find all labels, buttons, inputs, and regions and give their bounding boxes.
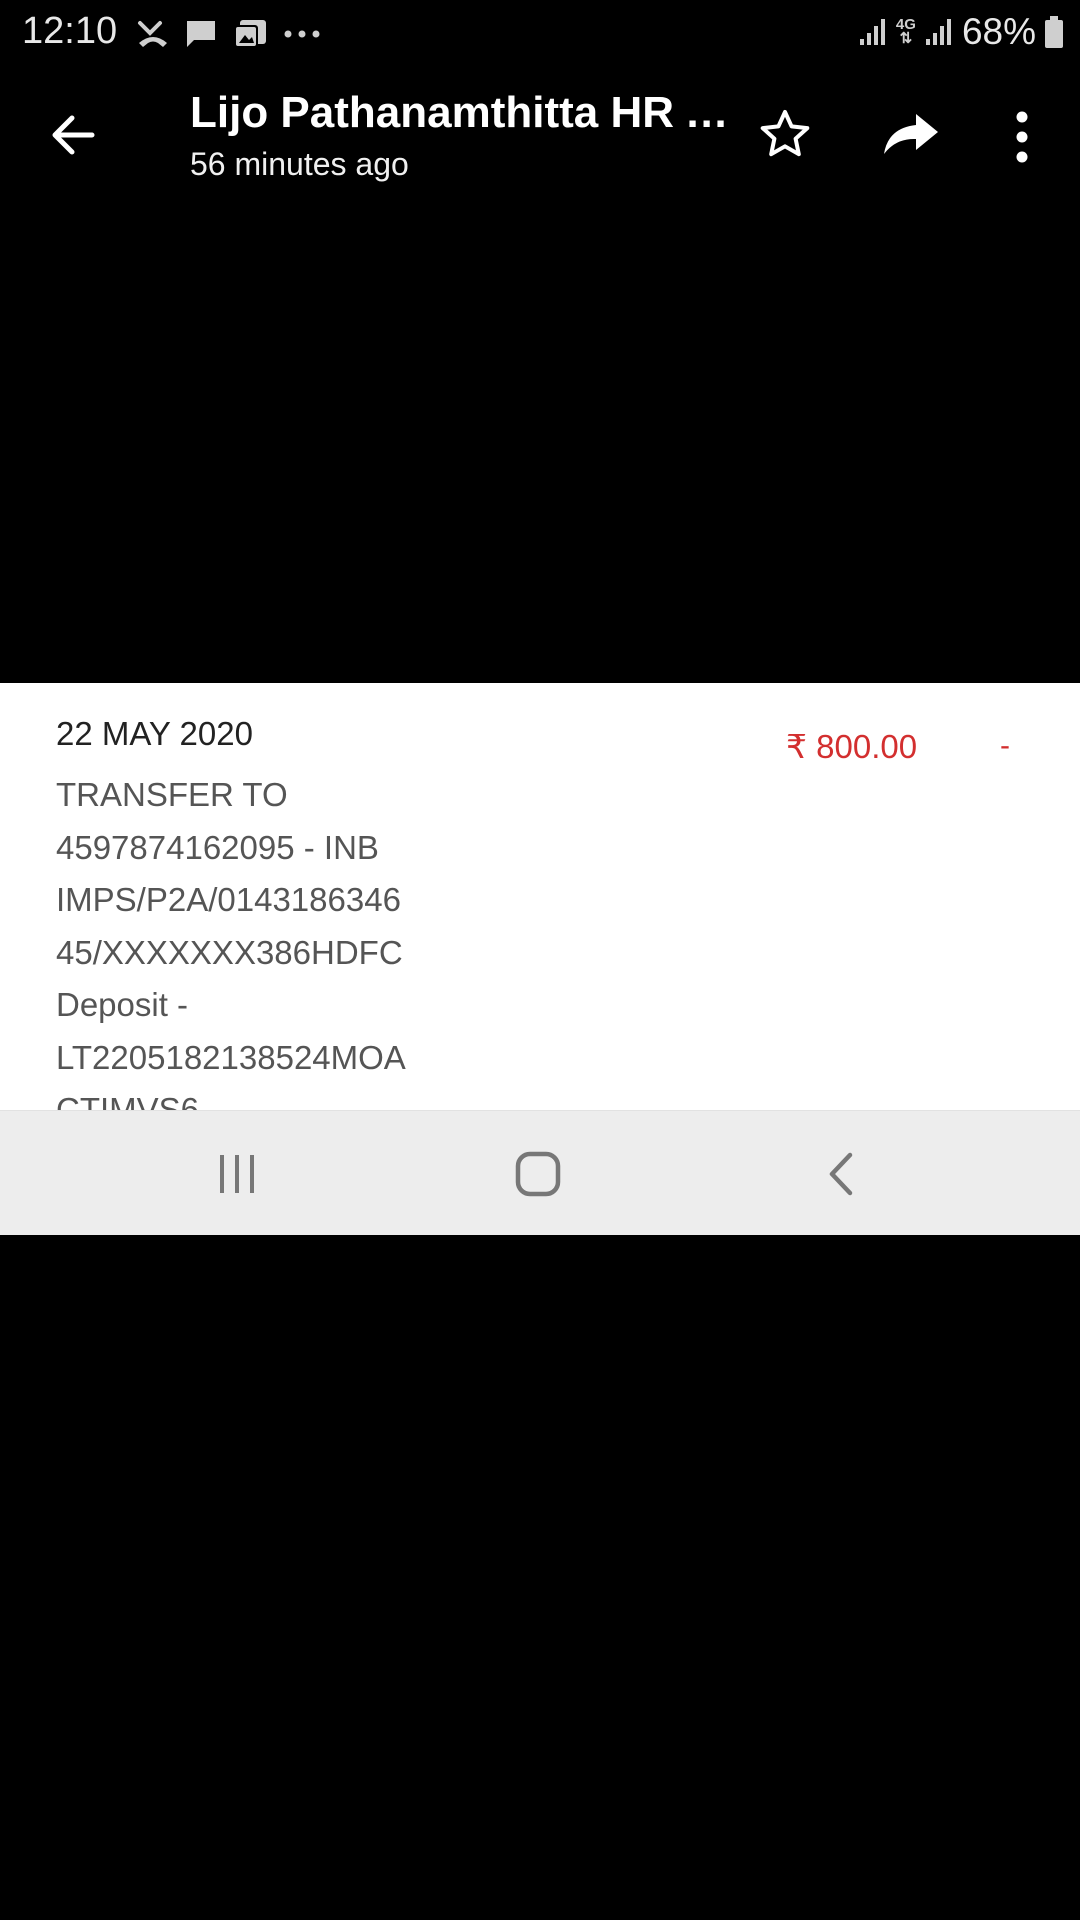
- back-nav-button[interactable]: [822, 1149, 862, 1199]
- back-button[interactable]: [42, 104, 104, 166]
- battery-icon: [1045, 16, 1063, 48]
- transaction-description: TRANSFER TO 4597874162095 - INB IMPS/P2A…: [56, 769, 406, 1137]
- recents-icon: [220, 1155, 254, 1193]
- more-options-button[interactable]: [1005, 106, 1039, 168]
- transaction-date: 22 MAY 2020: [56, 715, 253, 752]
- status-bar: 12:10 4G ⇅ 68%: [0, 0, 1080, 66]
- star-icon: [760, 110, 810, 157]
- description-line: LT2205182138524MOA: [56, 1038, 406, 1076]
- status-time: 12:10: [22, 10, 118, 52]
- recents-button[interactable]: [215, 1151, 259, 1197]
- app-bar: Lijo Pathanamthitta HR Apollo 56 minutes…: [0, 80, 1080, 190]
- gallery-icon: [234, 20, 266, 48]
- timestamp: 56 minutes ago: [190, 146, 409, 182]
- forward-icon: [884, 114, 938, 154]
- star-button[interactable]: [756, 106, 814, 164]
- more-vert-icon: [1016, 111, 1028, 163]
- home-icon: [515, 1151, 561, 1197]
- signal-icon: [859, 19, 885, 45]
- signal-icon: [925, 19, 951, 45]
- description-line: 4597874162095 - INB: [56, 828, 379, 866]
- missed-call-icon: [138, 21, 167, 47]
- navigation-bar: [0, 1110, 1080, 1235]
- battery-percent: 68%: [961, 11, 1036, 52]
- back-icon: [829, 1152, 853, 1196]
- back-arrow-icon: [52, 115, 95, 155]
- data-arrows-icon: ⇅: [899, 30, 913, 47]
- transaction-amount-suffix: -: [1000, 729, 1010, 762]
- description-line: IMPS/P2A/0143186346: [56, 881, 401, 918]
- system-status: 4G ⇅ 68%: [858, 10, 1064, 54]
- page-title: Lijo Pathanamthitta HR Apollo: [190, 88, 730, 137]
- description-line: TRANSFER TO: [56, 776, 288, 813]
- forward-button[interactable]: [880, 108, 942, 162]
- more-notifications-icon: [284, 30, 320, 38]
- home-button[interactable]: [513, 1149, 563, 1199]
- network-type: 4G ⇅: [896, 17, 916, 47]
- message-icon: [187, 21, 215, 47]
- description-line: Deposit -: [56, 986, 189, 1023]
- image-viewer[interactable]: 22 MAY 2020 ₹ 800.00 - TRANSFER TO 45978…: [0, 683, 1080, 1235]
- notification-icons: [136, 14, 322, 54]
- transaction-amount: ₹ 800.00: [786, 728, 918, 765]
- description-line: 45/XXXXXXX386HDFC: [56, 933, 403, 971]
